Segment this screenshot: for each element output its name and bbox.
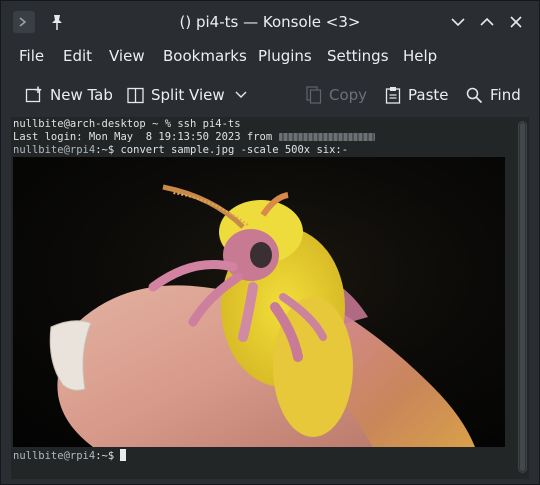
- prompt-user: nullbite@rpi4: [13, 450, 96, 462]
- konsole-icon[interactable]: [13, 11, 35, 33]
- split-view-button[interactable]: Split View: [127, 82, 254, 108]
- menu-bookmarks[interactable]: Bookmarks: [163, 47, 247, 65]
- menu-edit[interactable]: Edit: [63, 47, 92, 65]
- chevron-down-icon: [451, 18, 465, 27]
- redacted-ip: [278, 133, 375, 141]
- new-tab-button[interactable]: New Tab: [25, 82, 113, 108]
- copy-button[interactable]: Copy: [306, 82, 367, 108]
- prompt-text: :~$: [95, 450, 121, 462]
- moth-photo: [13, 157, 505, 447]
- paste-button[interactable]: Paste: [385, 82, 449, 108]
- terminal-cursor: [120, 449, 127, 461]
- menu-help[interactable]: Help: [403, 47, 437, 65]
- menu-view[interactable]: View: [109, 47, 145, 65]
- terminal-view[interactable]: nullbite@arch-desktop ~ % ssh pi4-ts Las…: [11, 117, 529, 479]
- find-label: Find: [490, 86, 521, 104]
- chevron-up-icon: [480, 17, 494, 26]
- terminal-line: nullbite@rpi4:~$: [13, 449, 127, 463]
- new-tab-icon: [25, 86, 42, 103]
- command-text: :~$ convert sample.jpg -scale 500x six:-: [95, 144, 349, 156]
- find-button[interactable]: Find: [466, 82, 521, 108]
- menu-file[interactable]: File: [19, 47, 44, 65]
- minimize-button[interactable]: [449, 13, 467, 31]
- prompt-user: nullbite@rpi4: [13, 144, 96, 156]
- terminal-line: nullbite@arch-desktop ~ % ssh pi4-ts: [13, 118, 241, 130]
- split-view-icon: [127, 87, 144, 103]
- konsole-window: () pi4-ts — Konsole <3> File Edit View B…: [0, 0, 540, 485]
- copy-label: Copy: [329, 86, 368, 104]
- pin-icon[interactable]: [49, 13, 65, 35]
- menu-bar: File Edit View Bookmarks Plugins Setting…: [1, 43, 539, 71]
- login-info: Last login: Mon May 8 19:13:50 2023 from: [13, 131, 279, 143]
- toolbar: New Tab Split View Copy Paste Find: [1, 75, 539, 115]
- split-view-label: Split View: [151, 86, 225, 104]
- paste-icon: [385, 87, 401, 104]
- search-icon: [466, 87, 483, 103]
- close-button[interactable]: [507, 13, 525, 31]
- scrollbar[interactable]: [518, 121, 527, 473]
- maximize-button[interactable]: [478, 13, 496, 31]
- menu-settings[interactable]: Settings: [327, 47, 389, 65]
- paste-label: Paste: [408, 86, 449, 104]
- terminal-line: Last login: Mon May 8 19:13:50 2023 from: [13, 131, 375, 144]
- new-tab-label: New Tab: [50, 86, 113, 104]
- scrollbar-thumb[interactable]: [520, 123, 525, 471]
- copy-icon: [306, 86, 322, 104]
- sixel-image: [13, 157, 505, 447]
- terminal-line: nullbite@rpi4:~$ convert sample.jpg -sca…: [13, 144, 348, 157]
- title-bar[interactable]: () pi4-ts — Konsole <3>: [1, 1, 539, 43]
- chevron-down-icon[interactable]: [235, 90, 247, 100]
- menu-plugins[interactable]: Plugins: [258, 47, 312, 65]
- close-icon: [510, 16, 522, 28]
